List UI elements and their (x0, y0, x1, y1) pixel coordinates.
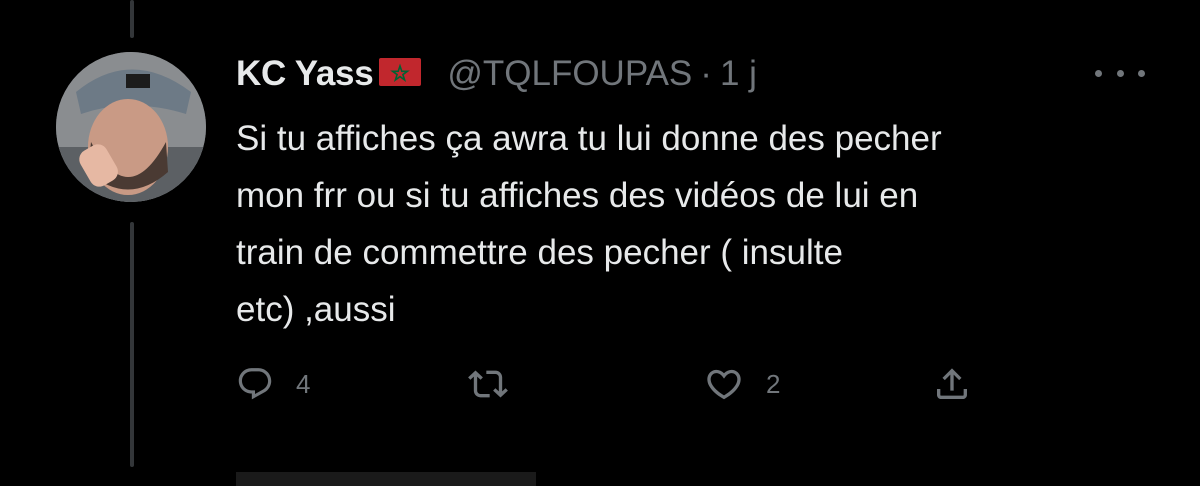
reply-count: 4 (296, 368, 311, 399)
morocco-flag-icon (379, 57, 422, 91)
retweet-icon (468, 364, 508, 404)
reply-button[interactable]: 4 (236, 360, 310, 408)
display-name[interactable]: KC Yass (236, 54, 374, 94)
thread-line-top (130, 0, 134, 38)
thread-line-bottom (130, 222, 134, 467)
timestamp[interactable]: 1 j (720, 54, 757, 94)
reply-icon (236, 365, 274, 403)
more-dot (1138, 69, 1145, 77)
handle[interactable]: @TQLFOUPAS (447, 54, 692, 94)
share-button[interactable] (932, 360, 972, 408)
more-dots-icon[interactable] (1095, 58, 1145, 88)
separator-dot: · (700, 54, 712, 93)
tweet-header: KC Yass @TQLFOUPAS · 1 j (236, 50, 757, 98)
like-button[interactable]: 2 (704, 360, 780, 408)
tweet-text: Si tu affiches ça awra tu lui donne des … (236, 119, 942, 329)
more-dot (1116, 69, 1124, 77)
heart-icon (704, 364, 744, 404)
avatar[interactable] (56, 52, 206, 202)
share-icon (932, 364, 972, 404)
next-tweet-peek (236, 472, 536, 486)
retweet-button[interactable] (468, 360, 530, 408)
more-dot (1095, 69, 1102, 77)
like-count: 2 (766, 368, 781, 399)
